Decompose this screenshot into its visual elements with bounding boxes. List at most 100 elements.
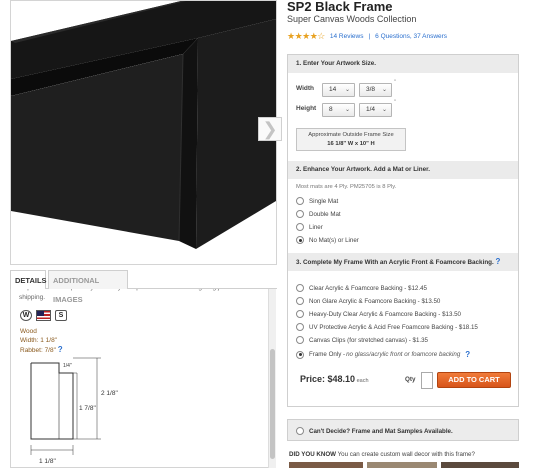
radio-button[interactable] [296, 284, 304, 292]
mat-ply-note: Most mats are 4 Ply. PM25705 is 8 Ply. [296, 184, 397, 190]
dim-width: 1 1/8" [39, 458, 56, 465]
price-value: Price: $48.10 [300, 374, 356, 384]
dim-rabbet-height: 1 7/8" [79, 405, 96, 412]
decor-thumbnail[interactable] [289, 462, 363, 468]
radio-button[interactable] [296, 197, 304, 205]
tab-details[interactable]: DETAILS [10, 270, 47, 289]
chevron-down-icon: ⌄ [381, 87, 387, 93]
radio-button[interactable] [296, 336, 304, 344]
dim-top-small: 1/4" [63, 363, 72, 369]
mat-option-label: Single Mat [309, 197, 339, 205]
help-icon[interactable]: ? [496, 257, 501, 266]
reviews-link[interactable]: 14 Reviews [330, 33, 364, 40]
radio-button[interactable] [296, 310, 304, 318]
details-scrollbar[interactable] [268, 289, 276, 468]
width-fraction-select[interactable]: 3/8 ⌄ [359, 83, 392, 97]
radio-button[interactable] [296, 427, 304, 435]
width-fraction-value: 3/8 [366, 86, 376, 93]
next-image-button[interactable]: ❯ [258, 117, 282, 141]
width-whole-select[interactable]: 14 ⌄ [322, 83, 355, 97]
outside-size-value: 16 1/8" W x 10" H [327, 141, 375, 147]
height-whole-value: 8 [329, 106, 333, 113]
height-fraction-value: 1/4 [366, 106, 376, 113]
glazing-option-heavy-duty[interactable]: Heavy-Duty Clear Acrylic & Foamcore Back… [296, 310, 461, 318]
configurator-panel: 1. Enter Your Artwork Size. Width Height… [287, 54, 519, 407]
frame-profile-diagram: 1/4" 2 1/8" 1 7/8" 1 1/8" [30, 357, 118, 465]
step3-heading: 3. Complete My Frame With an Acrylic Fro… [288, 253, 518, 271]
mat-option-label: Double Mat [309, 210, 341, 218]
mat-option-double[interactable]: Double Mat [296, 210, 341, 218]
samples-radio-row[interactable]: Can't Decide? Frame and Mat Samples Avai… [296, 427, 453, 435]
radio-button[interactable] [296, 210, 304, 218]
glazing-option-uv[interactable]: UV Protective Acrylic & Acid Free Foamco… [296, 323, 478, 331]
radio-button-selected[interactable] [296, 236, 304, 244]
mat-option-none[interactable]: No Mat(s) or Liner [296, 236, 359, 244]
step2-heading: 2. Enhance Your Artwork. Add a Mat or Li… [288, 161, 518, 179]
usa-flag-icon [36, 310, 51, 321]
help-icon[interactable]: ? [465, 350, 470, 359]
price: Price: $48.10 each [300, 374, 369, 384]
height-inch-mark: " [394, 100, 397, 106]
dollar-badge-icon: S [55, 310, 67, 321]
spec-material: Wood [20, 328, 37, 335]
qty-label: Qty [405, 376, 416, 383]
height-fraction-select[interactable]: 1/4 ⌄ [359, 103, 392, 117]
width-whole-value: 14 [329, 86, 337, 93]
width-label: Width [296, 85, 314, 92]
chevron-down-icon: ⌄ [344, 87, 350, 93]
glazing-option-label: Heavy-Duty Clear Acrylic & Foamcore Back… [309, 310, 461, 318]
glazing-option-label: Clear Acrylic & Foamcore Backing - $12.4… [309, 284, 427, 292]
product-title: SP2 Black Frame [287, 0, 393, 14]
glazing-option-label: UV Protective Acrylic & Acid Free Foamco… [309, 323, 478, 331]
did-you-know-prefix: DID YOU KNOW [289, 451, 336, 458]
questions-link[interactable]: 6 Questions, 37 Answers [375, 33, 447, 40]
add-to-cart-button[interactable]: ADD TO CART [437, 372, 511, 388]
step3-heading-text: 3. Complete My Frame With an Acrylic Fro… [296, 259, 494, 266]
glazing-option-canvas-clips[interactable]: Canvas Clips (for stretched canvas) - $1… [296, 336, 428, 344]
glazing-option-label: Canvas Clips (for stretched canvas) - $1… [309, 336, 428, 344]
details-tabs: DETAILS ADDITIONAL IMAGES [10, 270, 277, 304]
radio-button[interactable] [296, 323, 304, 331]
radio-button[interactable] [296, 223, 304, 231]
mat-option-label: No Mat(s) or Liner [309, 236, 359, 244]
decor-thumbnail[interactable] [367, 462, 437, 468]
glazing-option-frame-only[interactable]: Frame Only - no glass/acrylic front or f… [296, 350, 470, 359]
mat-option-label: Liner [309, 223, 323, 231]
feature-badges: W S [20, 310, 67, 321]
details-description: Unpaid as sold separately. Our way with … [19, 289, 228, 301]
details-panel: Unpaid as sold separately. Our way with … [10, 289, 274, 468]
glazing-option-nonglare[interactable]: Non Glare Acrylic & Foamcore Backing - $… [296, 297, 440, 305]
glazing-option-clear[interactable]: Clear Acrylic & Foamcore Backing - $12.4… [296, 284, 427, 292]
outside-size-box: Approximate Outside Frame Size 16 1/8" W… [296, 128, 406, 151]
chevron-down-icon: ⌄ [344, 107, 350, 113]
height-whole-select[interactable]: 8 ⌄ [322, 103, 355, 117]
dim-total-height: 2 1/8" [101, 390, 118, 397]
spec-width: Width: 1 1/8" [20, 337, 57, 344]
height-label: Height [296, 105, 317, 112]
decor-thumbnail[interactable] [441, 462, 519, 468]
chevron-down-icon: ⌄ [381, 107, 387, 113]
price-unit: each [355, 378, 369, 384]
scrollbar-thumb[interactable] [270, 349, 275, 459]
outside-size-label: Approximate Outside Frame Size [308, 132, 394, 138]
radio-button-selected[interactable] [296, 350, 304, 359]
mat-option-single[interactable]: Single Mat [296, 197, 338, 205]
samples-option[interactable]: Can't Decide? Frame and Mat Samples Avai… [287, 419, 519, 441]
frame-only-note: no glass/acrylic front or foamcore backi… [346, 351, 461, 358]
did-you-know-text: You can create custom wall decor with th… [335, 451, 475, 458]
qty-input[interactable] [421, 372, 433, 389]
tab-additional-images[interactable]: ADDITIONAL IMAGES [48, 270, 128, 304]
purchase-row: Price: $48.10 each Qty ADD TO CART [288, 363, 518, 397]
step1-heading: 1. Enter Your Artwork Size. [288, 55, 518, 73]
star-rating-icon: ★★★★☆ [287, 31, 325, 41]
width-inch-mark: " [394, 80, 397, 86]
radio-button[interactable] [296, 297, 304, 305]
frame-only-label: Frame Only - [309, 351, 346, 358]
samples-label: Can't Decide? Frame and Mat Samples Avai… [309, 427, 453, 435]
rating-row: ★★★★☆ 14 Reviews | 6 Questions, 37 Answe… [287, 31, 447, 42]
link-separator: | [368, 33, 371, 40]
product-subtitle: Super Canvas Woods Collection [287, 14, 417, 24]
mat-option-liner[interactable]: Liner [296, 223, 323, 231]
chevron-right-icon: ❯ [262, 118, 278, 139]
product-image[interactable] [10, 0, 277, 265]
